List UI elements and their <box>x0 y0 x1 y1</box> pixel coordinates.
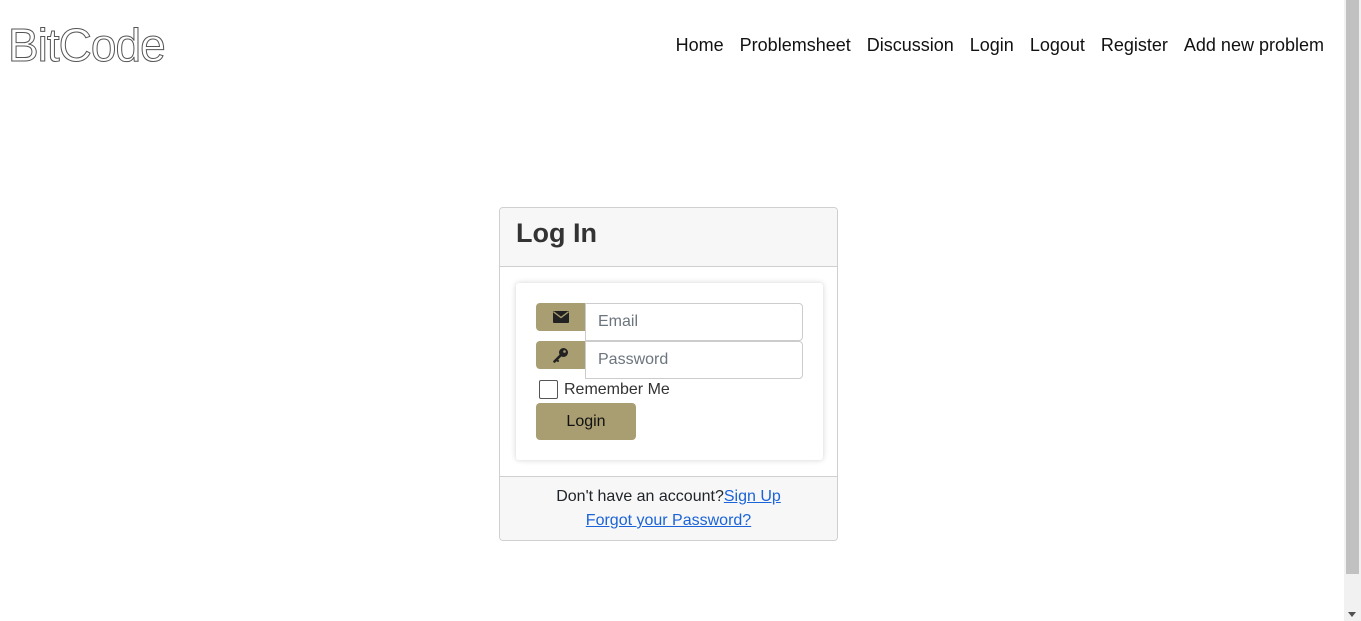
envelope-icon <box>553 311 569 323</box>
nav-item-logout[interactable]: Logout <box>1030 33 1085 57</box>
forgot-password-link[interactable]: Forgot your Password? <box>586 512 751 529</box>
login-card-title: Log In <box>516 218 597 248</box>
nav-item-register[interactable]: Register <box>1101 33 1168 57</box>
signup-link[interactable]: Sign Up <box>724 488 781 505</box>
email-row <box>536 303 803 341</box>
key-icon <box>553 348 568 363</box>
email-field[interactable] <box>585 303 803 341</box>
scrollbar-thumb[interactable] <box>1346 0 1359 574</box>
login-card-footer: Don't have an account?Sign Up Forgot you… <box>500 476 837 540</box>
login-button[interactable]: Login <box>536 403 636 440</box>
login-card-header: Log In <box>500 208 837 267</box>
forgot-line: Forgot your Password? <box>500 509 837 533</box>
signup-line: Don't have an account?Sign Up <box>500 485 837 509</box>
password-field[interactable] <box>585 341 803 379</box>
nav-item-login[interactable]: Login <box>970 33 1014 57</box>
password-addon <box>536 341 586 369</box>
remember-me[interactable]: Remember Me <box>539 380 670 399</box>
password-row <box>536 341 803 379</box>
nav-item-discussion[interactable]: Discussion <box>867 33 954 57</box>
brand-logo[interactable]: BitCode <box>8 20 167 71</box>
remember-me-label: Remember Me <box>564 380 670 398</box>
page: BitCode Home Problemsheet Discussion Log… <box>0 0 1361 621</box>
login-card-body: Remember Me Login <box>500 267 837 478</box>
login-form: Remember Me Login <box>516 283 823 460</box>
signup-prompt: Don't have an account? <box>556 488 724 505</box>
nav-item-add-new-problem[interactable]: Add new problem <box>1184 33 1324 57</box>
email-addon <box>536 303 586 331</box>
remember-me-checkbox[interactable] <box>539 380 558 399</box>
login-card: Log In Email Remember Me Login Don't hav… <box>499 207 838 541</box>
nav-item-problemsheet[interactable]: Problemsheet <box>740 33 851 57</box>
scroll-down-arrow-icon[interactable] <box>1348 612 1356 617</box>
top-nav: Home Problemsheet Discussion Login Logou… <box>676 33 1324 57</box>
vertical-scrollbar[interactable] <box>1344 0 1361 621</box>
nav-item-home[interactable]: Home <box>676 33 724 57</box>
